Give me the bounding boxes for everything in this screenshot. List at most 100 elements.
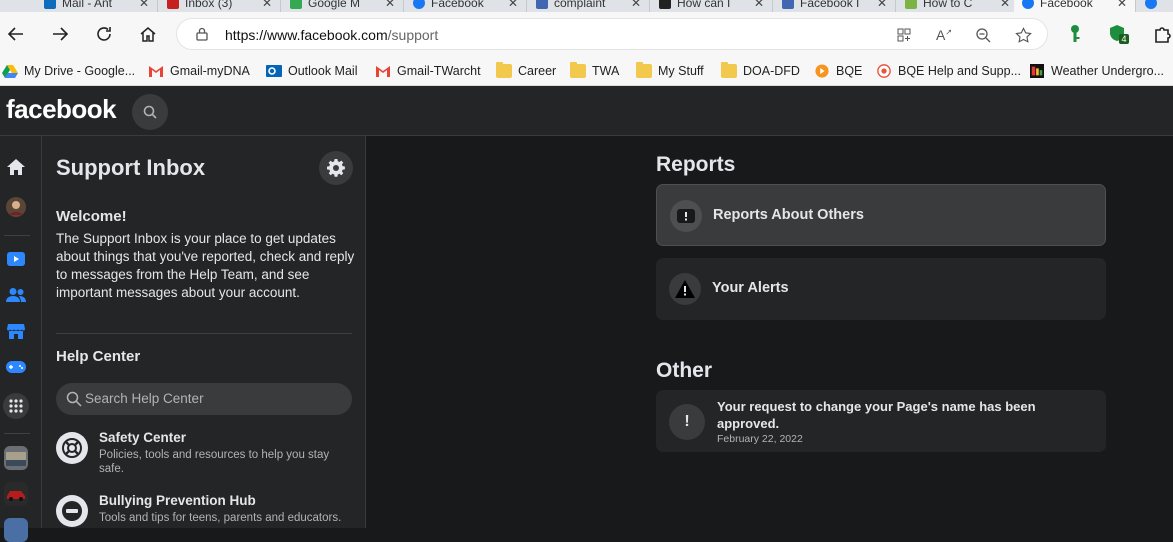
shortcut-group-1[interactable] [4, 446, 28, 470]
tab-label: How can I [677, 0, 731, 10]
grid-menu-icon [9, 399, 23, 413]
close-tab-icon[interactable]: ✕ [754, 0, 764, 10]
bqe-help-icon [877, 64, 891, 78]
url-path: /support [387, 27, 439, 43]
help-item-title: Bullying Prevention Hub [99, 493, 256, 508]
bookmark-my-drive[interactable]: My Drive - Google... [2, 61, 135, 81]
tab-label: Facebook [1040, 0, 1093, 10]
close-tab-icon[interactable]: ✕ [1117, 0, 1127, 10]
bookmark-label: Weather Undergro... [1051, 64, 1165, 78]
gear-icon [327, 159, 345, 177]
shop-icon [7, 324, 25, 339]
other-message-text: Your request to change your Page's name … [717, 399, 1036, 431]
facebook-logo[interactable]: facebook [6, 94, 117, 125]
home-nav-button[interactable] [5, 156, 27, 178]
other-message-item[interactable]: ! Your request to change your Page's nam… [656, 390, 1106, 452]
tab-favicon [782, 0, 794, 9]
watch-nav-button[interactable] [5, 248, 27, 270]
home-icon [140, 27, 156, 42]
extensions-puzzle-icon[interactable] [1152, 23, 1173, 45]
folder-icon [636, 62, 652, 78]
close-tab-icon[interactable]: ✕ [631, 0, 641, 10]
bookmark-folder-doa-dfd[interactable]: DOA-DFD [721, 61, 800, 81]
report-exclamation-icon [670, 200, 702, 232]
facebook-header: facebook [0, 86, 1173, 136]
password-key-extension-icon[interactable] [1064, 23, 1086, 45]
bookmark-folder-my-stuff[interactable]: My Stuff [636, 61, 704, 81]
rail-divider [4, 433, 30, 434]
settings-button[interactable] [319, 151, 353, 185]
tab-label: complaint [554, 0, 606, 10]
bookmark-bqe-help[interactable]: BQE Help and Supp... [876, 61, 1021, 81]
browser-tab[interactable]: Facebook I ✕ [774, 0, 896, 12]
favorite-star-icon[interactable] [1014, 26, 1032, 44]
search-icon [143, 105, 157, 119]
browser-tab[interactable]: Mail - Ant ✕ [36, 0, 158, 12]
bookmark-label: TWA [592, 64, 620, 78]
browser-tab[interactable] [1137, 0, 1173, 12]
browser-tab[interactable]: How to C ✕ [897, 0, 1019, 12]
bookmark-weather-underground[interactable]: Weather Undergro... [1029, 61, 1164, 81]
sidebar-title: Support Inbox [56, 155, 206, 180]
lock-icon[interactable] [195, 27, 209, 41]
outlook-icon [266, 65, 282, 77]
browser-tab[interactable]: Google M ✕ [282, 0, 404, 12]
browser-tab-active[interactable]: Facebook ✕ [1014, 0, 1136, 12]
bookmark-outlook-mail[interactable]: Outlook Mail [266, 61, 357, 81]
shortcut-group-2[interactable] [4, 482, 28, 506]
refresh-button[interactable] [91, 21, 117, 47]
address-bar[interactable]: https://www.facebook.com/support A↗ [176, 18, 1048, 50]
read-aloud-icon[interactable]: A↗ [935, 26, 953, 44]
close-tab-icon[interactable]: ✕ [262, 0, 272, 10]
zoom-out-icon[interactable] [974, 26, 992, 44]
url-text[interactable]: https://www.facebook.com/support [225, 27, 438, 43]
marketplace-nav-button[interactable] [5, 320, 27, 342]
other-message-date: February 22, 2022 [717, 433, 803, 445]
profile-avatar[interactable] [5, 196, 27, 218]
back-button[interactable] [3, 21, 29, 47]
tab-favicon [413, 0, 425, 9]
help-item-description: Tools and tips for teens, parents and ed… [99, 512, 342, 524]
friends-nav-button[interactable] [5, 284, 27, 306]
help-center-search-input[interactable]: Search Help Center [56, 383, 352, 415]
help-item-bullying-prevention-hub[interactable]: Bullying Prevention Hub Tools and tips f… [56, 493, 356, 528]
tab-favicon [536, 0, 548, 9]
close-tab-icon[interactable]: ✕ [385, 0, 395, 10]
google-drive-icon [2, 65, 18, 78]
close-tab-icon[interactable]: ✕ [508, 0, 518, 10]
welcome-heading: Welcome! [56, 208, 127, 225]
browser-tab[interactable]: Inbox (3) ✕ [159, 0, 281, 12]
gaming-nav-button[interactable] [5, 356, 27, 378]
bookmark-label: Gmail-TWarcht [397, 64, 481, 78]
bookmark-gmail-mydna[interactable]: Gmail-myDNA [148, 61, 250, 81]
bookmark-folder-career[interactable]: Career [496, 61, 556, 81]
car-thumbnail-icon [4, 482, 28, 506]
arrow-left-icon [7, 27, 23, 41]
facebook-search-button[interactable] [132, 94, 168, 130]
bookmark-gmail-twarcht[interactable]: Gmail-TWarcht [375, 61, 481, 81]
shield-extension-icon[interactable]: 4 [1108, 23, 1130, 45]
close-tab-icon[interactable]: ✕ [877, 0, 887, 10]
browser-toolbar: https://www.facebook.com/support A↗ 4 [0, 12, 1173, 56]
browser-tab[interactable]: How can I ✕ [651, 0, 773, 12]
help-item-safety-center[interactable]: Safety Center Policies, tools and resour… [56, 430, 356, 475]
menu-nav-button[interactable] [3, 393, 29, 419]
bookmark-folder-twa[interactable]: TWA [570, 61, 619, 81]
search-placeholder: Search Help Center [85, 391, 204, 406]
your-alerts-item[interactable]: Your Alerts [656, 258, 1106, 320]
search-icon [66, 391, 82, 407]
reports-about-others-item[interactable]: Reports About Others [656, 184, 1106, 246]
app-available-icon[interactable] [895, 26, 913, 44]
forward-button[interactable] [47, 21, 73, 47]
group-thumbnail-icon [4, 518, 28, 542]
bookmark-bqe[interactable]: BQE [814, 61, 862, 81]
close-tab-icon[interactable]: ✕ [1000, 0, 1010, 10]
close-tab-icon[interactable]: ✕ [139, 0, 149, 10]
home-button[interactable] [135, 21, 161, 47]
gmail-icon [149, 66, 163, 77]
bookmarks-bar: My Drive - Google... Gmail-myDNA Outlook… [0, 56, 1173, 86]
browser-tab[interactable]: complaint ✕ [528, 0, 650, 12]
browser-tab[interactable]: Facebook ✕ [405, 0, 527, 12]
shortcut-group-3[interactable] [4, 518, 28, 542]
video-icon [7, 252, 25, 266]
